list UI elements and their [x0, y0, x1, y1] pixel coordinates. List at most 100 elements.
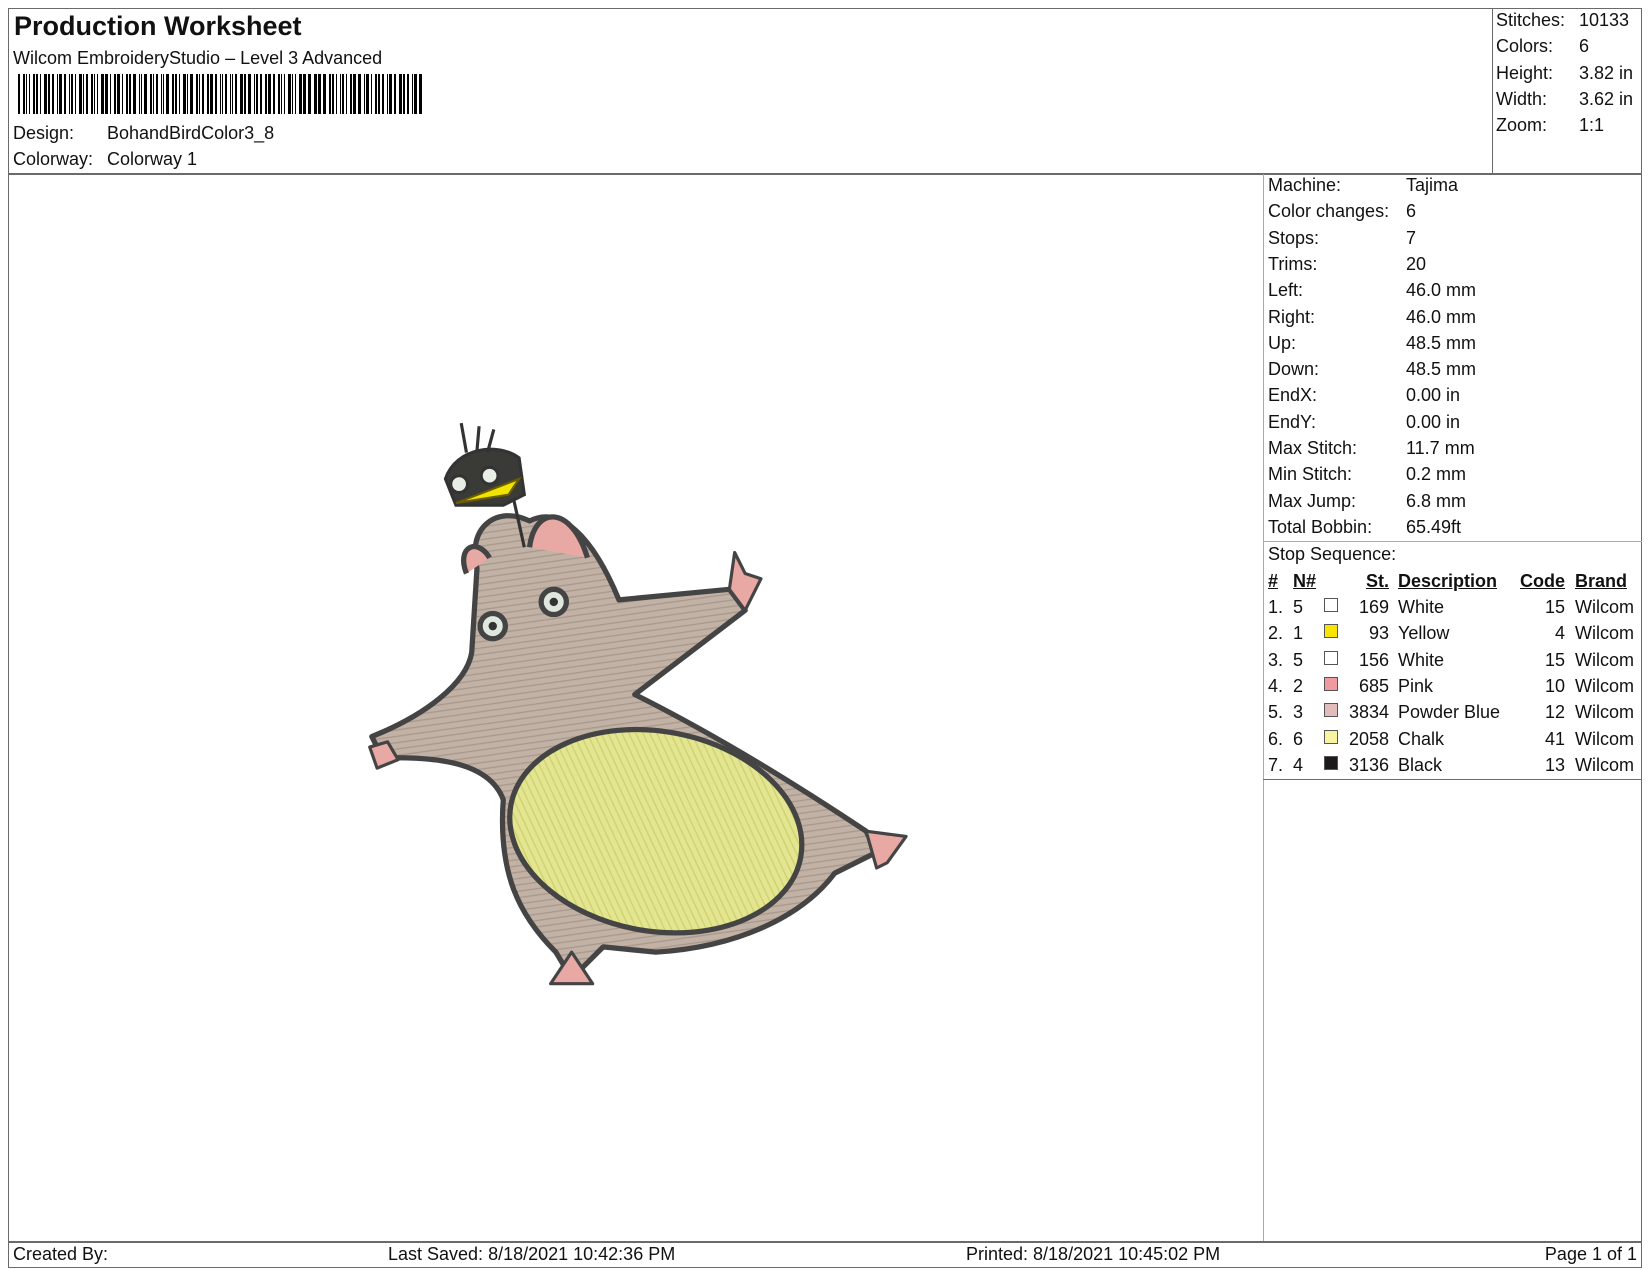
barcode-bar — [133, 74, 136, 114]
barcode-bar — [26, 74, 27, 114]
detail-value: 0.00 in — [1406, 411, 1461, 432]
row-brand: Wilcom — [1575, 675, 1634, 696]
summary-value: 1:1 — [1579, 115, 1605, 136]
barcode-bar — [153, 74, 154, 114]
barcode-bar — [52, 74, 54, 114]
barcode-bar — [101, 74, 104, 114]
colorway-value: Colorway 1 — [107, 149, 198, 169]
barcode-bar — [144, 74, 147, 114]
row-brand: Wilcom — [1575, 623, 1634, 644]
row-stitches: 169 — [1358, 597, 1389, 617]
barcode-bar — [222, 74, 223, 114]
barcode-bar — [414, 74, 417, 114]
barcode-bar — [323, 74, 326, 114]
barcode-bar — [284, 74, 285, 114]
row-needle: 2 — [1293, 675, 1304, 696]
color-swatch — [1324, 598, 1338, 612]
details-panel-divider — [1263, 174, 1264, 1242]
row-number: 2. — [1268, 623, 1284, 644]
row-needle: 3 — [1293, 702, 1304, 723]
row-stitches: 2058 — [1348, 728, 1389, 749]
detail-label: EndY: — [1268, 411, 1317, 432]
barcode-bar — [329, 74, 331, 114]
detail-label: Machine: — [1268, 175, 1342, 195]
barcode-bar — [308, 74, 311, 114]
column-header-description: Description — [1398, 571, 1498, 591]
detail-label: Right: — [1268, 306, 1316, 327]
barcode-bar — [36, 74, 38, 114]
barcode-bar — [29, 74, 30, 114]
detail-value: 6.8 mm — [1406, 490, 1467, 511]
barcode-bar — [278, 74, 280, 114]
detail-label: Max Stitch: — [1268, 438, 1358, 458]
barcode-bar — [129, 74, 131, 114]
barcode-bar — [163, 74, 164, 114]
barcode — [18, 74, 422, 114]
barcode-bar — [172, 74, 174, 114]
row-number: 4. — [1268, 675, 1284, 696]
barcode-bar — [175, 74, 177, 114]
barcode-bar — [48, 74, 50, 114]
row-stitches: 156 — [1358, 649, 1389, 670]
row-brand: Wilcom — [1575, 597, 1634, 617]
detail-value: 11.7 mm — [1406, 438, 1475, 458]
summary-label: Stitches: — [1496, 10, 1566, 30]
barcode-bar — [114, 74, 116, 114]
row-description: White — [1398, 649, 1445, 670]
barcode-bar — [141, 74, 142, 114]
barcode-bar — [336, 74, 337, 114]
barcode-bar — [240, 74, 243, 114]
barcode-bar — [18, 74, 20, 114]
barcode-bar — [342, 74, 344, 114]
detail-value: 20 — [1406, 253, 1427, 274]
barcode-bar — [33, 74, 35, 114]
barcode-bar — [44, 74, 47, 114]
summary-label: Colors: — [1496, 36, 1554, 57]
design-label: Design: — [13, 123, 75, 143]
barcode-bar — [268, 74, 271, 114]
barcode-bar — [86, 74, 88, 114]
barcode-bar — [166, 74, 169, 114]
barcode-bar — [407, 74, 409, 114]
color-swatch — [1324, 729, 1338, 744]
page-number: Page 1 of 1 — [1544, 1244, 1637, 1264]
detail-value: Tajima — [1406, 175, 1459, 195]
barcode-bar — [83, 74, 84, 114]
detail-value: 7 — [1406, 227, 1417, 248]
row-brand: Wilcom — [1575, 649, 1634, 670]
column-header-brand: Brand — [1575, 571, 1628, 591]
outer-border-bottom — [8, 1267, 1642, 1268]
column-header-code: Code — [1520, 571, 1565, 591]
barcode-bar — [220, 74, 221, 114]
row-number: 3. — [1268, 649, 1284, 670]
barcode-bar — [265, 74, 267, 114]
detail-value: 48.5 mm — [1406, 359, 1477, 380]
color-swatch — [1324, 650, 1338, 665]
detail-label: Total Bobbin: — [1268, 516, 1373, 537]
barcode-bar — [314, 74, 317, 114]
barcode-bar — [371, 74, 372, 114]
barcode-bar — [59, 74, 62, 114]
summary-box-divider — [1492, 8, 1493, 174]
barcode-bar — [403, 74, 405, 114]
color-swatch — [1324, 676, 1338, 691]
detail-label: Color changes: — [1268, 201, 1390, 222]
color-swatch — [1324, 624, 1338, 639]
barcode-bar — [139, 74, 140, 114]
created-by: Created By: — [13, 1244, 109, 1264]
detail-label: Max Jump: — [1268, 490, 1357, 511]
row-description: White — [1398, 597, 1445, 617]
header-divider — [8, 173, 1642, 175]
detail-value: 0.2 mm — [1406, 464, 1467, 485]
barcode-bar — [248, 74, 251, 114]
outer-border-right — [1641, 8, 1642, 1268]
barcode-bar — [71, 74, 73, 114]
summary-value: 3.82 in — [1579, 62, 1634, 83]
barcode-bar — [202, 74, 204, 114]
column-header-stitches: St. — [1365, 571, 1389, 591]
barcode-bar — [378, 74, 380, 114]
detail-label: Up: — [1268, 332, 1297, 353]
barcode-bar — [260, 74, 262, 114]
barcode-bar — [199, 74, 200, 114]
row-description: Powder Blue — [1398, 702, 1501, 723]
